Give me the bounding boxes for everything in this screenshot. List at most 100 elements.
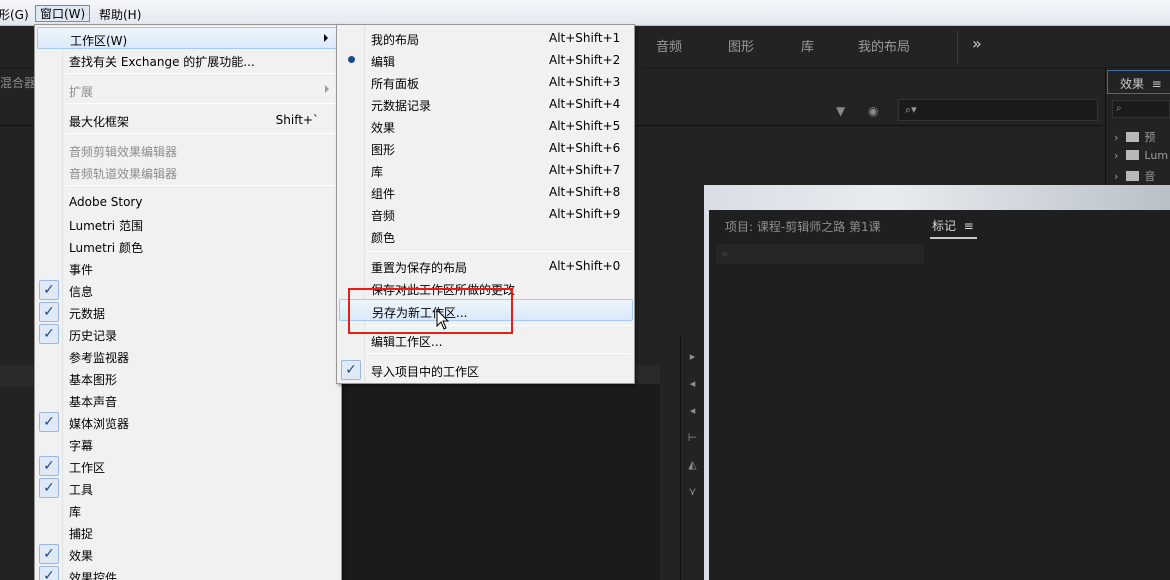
more-workspaces-icon[interactable]: » — [972, 34, 982, 53]
menu-item-media-browser[interactable]: ✓ 媒体浏览器 — [37, 411, 339, 433]
workspace-item-graphics[interactable]: 图形 Alt+Shift+6 — [339, 137, 633, 159]
menu-item-label: 效果 — [371, 121, 396, 135]
menu-item-label: 媒体浏览器 — [69, 417, 130, 431]
menu-item-captions[interactable]: 字幕 — [37, 433, 339, 455]
slip-tool-icon[interactable]: ◭ — [681, 458, 704, 471]
effects-folder-row[interactable]: › Lum — [1114, 149, 1168, 162]
workspace-tab-libraries[interactable]: 库 — [801, 36, 814, 55]
menu-item-metadata[interactable]: ✓ 元数据 — [37, 301, 339, 323]
workspace-item-libraries[interactable]: 库 Alt+Shift+7 — [339, 159, 633, 181]
menu-item-shortcut: Shift+` — [275, 113, 319, 127]
menu-item-workspace[interactable]: 工作区(W) — [37, 27, 339, 49]
menu-item-label: Lumetri 颜色 — [69, 241, 143, 255]
project-search-input[interactable]: ⌕ — [716, 244, 924, 264]
menu-item-effect-controls[interactable]: ✓ 效果控件 — [37, 565, 339, 580]
menu-item-maximize-frame[interactable]: 最大化框架 Shift+` — [37, 109, 339, 131]
menu-item-shortcut: Alt+Shift+2 — [549, 53, 621, 67]
ripple-tool-icon[interactable]: ◂ — [681, 404, 704, 417]
workspace-item-audio[interactable]: 音频 Alt+Shift+9 — [339, 203, 633, 225]
pen-tool-icon[interactable]: ⋎ — [681, 485, 704, 498]
menu-item-label: 元数据记录 — [371, 99, 432, 113]
workspace-divider — [957, 30, 958, 64]
menu-item-workspaces-panel[interactable]: ✓ 工作区 — [37, 455, 339, 477]
eye-icon[interactable]: ◉ — [868, 104, 878, 118]
project-panel-title[interactable]: 项目: 课程-剪辑师之路 第1课 — [725, 218, 881, 235]
effects-folder-label: 音 — [1144, 170, 1156, 183]
menu-item-info[interactable]: ✓ 信息 — [37, 279, 339, 301]
menu-item-label: 历史记录 — [69, 329, 118, 343]
menu-item-effects[interactable]: ✓ 效果 — [37, 543, 339, 565]
workspace-item-import-from-project[interactable]: ✓ 导入项目中的工作区 — [339, 359, 633, 381]
workspace-item-assembly[interactable]: 组件 Alt+Shift+8 — [339, 181, 633, 203]
search-icon: ⌕ — [1116, 103, 1122, 114]
menu-item-label: 效果 — [69, 549, 94, 563]
source-search-input[interactable]: ⌕▾ — [898, 99, 1098, 121]
menu-item-events[interactable]: 事件 — [37, 257, 339, 279]
workspace-tab-my-layout[interactable]: 我的布局 — [858, 36, 910, 55]
menu-item-essential-sound[interactable]: 基本声音 — [37, 389, 339, 411]
menu-item-label: 音频剪辑效果编辑器 — [69, 145, 178, 159]
workspace-item-color[interactable]: 颜色 — [339, 225, 633, 247]
workspace-tab-graphics[interactable]: 图形 — [728, 36, 754, 55]
menu-item-label: 捕捉 — [69, 527, 94, 541]
menu-item-label: 重置为保存的布局 — [371, 261, 468, 275]
menu-item-label: 音频轨道效果编辑器 — [69, 167, 178, 181]
checkmark-icon: ✓ — [39, 324, 59, 344]
menu-item-history[interactable]: ✓ 历史记录 — [37, 323, 339, 345]
tab-markers[interactable]: 标记 ≡ — [932, 217, 974, 234]
checkmark-icon: ✓ — [39, 456, 59, 476]
menu-item-label: 查找有关 Exchange 的扩展功能... — [69, 55, 255, 69]
program-monitor-area — [340, 366, 660, 580]
radio-selected-icon — [348, 56, 355, 63]
menu-item-label: 工具 — [69, 483, 94, 497]
menu-item-label: 颜色 — [371, 231, 396, 245]
menu-item-reference-monitor[interactable]: 参考监视器 — [37, 345, 339, 367]
menu-item-lumetri-color[interactable]: Lumetri 颜色 — [37, 235, 339, 257]
selection-tool-icon[interactable]: ▸ — [681, 350, 704, 363]
effects-folder-label: 预 — [1144, 131, 1156, 144]
workspace-item-reset-layout[interactable]: 重置为保存的布局 Alt+Shift+0 — [339, 255, 633, 277]
razor-tool-icon[interactable]: ⊢ — [681, 431, 704, 444]
menu-item-label: 图形 — [371, 143, 396, 157]
menu-item-label: 所有面板 — [371, 77, 420, 91]
menu-item-label: 字幕 — [69, 439, 94, 453]
effects-search-input[interactable]: ⌕ — [1112, 100, 1170, 118]
mixer-panel-label[interactable]: 混合器 — [0, 74, 36, 91]
effects-tab[interactable]: 效果 ≡ — [1107, 70, 1170, 94]
workspace-item-my-layout[interactable]: 我的布局 Alt+Shift+1 — [339, 27, 633, 49]
menu-item-lumetri-scopes[interactable]: Lumetri 范围 — [37, 213, 339, 235]
workspace-item-effects[interactable]: 效果 Alt+Shift+5 — [339, 115, 633, 137]
highlight-annotation — [348, 288, 513, 334]
menu-item-essential-graphics[interactable]: 基本图形 — [37, 367, 339, 389]
menu-item-capture[interactable]: 捕捉 — [37, 521, 339, 543]
menu-item-label: 基本图形 — [69, 373, 118, 387]
workspace-item-editing[interactable]: 编辑 Alt+Shift+2 — [339, 49, 633, 71]
menu-item-libraries[interactable]: 库 — [37, 499, 339, 521]
menu-item-shortcut: Alt+Shift+7 — [549, 163, 621, 177]
menu-item-tools[interactable]: ✓ 工具 — [37, 477, 339, 499]
panel-menu-icon[interactable]: ≡ — [1152, 77, 1162, 91]
menu-item-label: 基本声音 — [69, 395, 118, 409]
menu-separator — [65, 185, 337, 186]
active-tab-indicator — [930, 237, 977, 239]
menu-item-shortcut: Alt+Shift+1 — [549, 31, 621, 45]
menu-item-label: 效果控件 — [69, 571, 118, 580]
menu-graphics[interactable]: 形(G) — [0, 6, 29, 23]
filter-icon[interactable]: ▼ — [836, 104, 845, 118]
menu-separator — [367, 251, 631, 252]
track-select-tool-icon[interactable]: ◂ — [681, 377, 704, 390]
effects-folder-row[interactable]: › 预 — [1114, 129, 1155, 145]
chevron-right-icon: › — [1114, 170, 1119, 183]
menu-item-shortcut: Alt+Shift+4 — [549, 97, 621, 111]
menu-window[interactable]: 窗口(W) — [35, 5, 91, 22]
workspace-item-all-panels[interactable]: 所有面板 Alt+Shift+3 — [339, 71, 633, 93]
workspace-tab-audio[interactable]: 音频 — [656, 36, 682, 55]
menu-item-label: 工作区(W) — [70, 34, 128, 48]
menu-item-adobe-story[interactable]: Adobe Story — [37, 191, 339, 213]
menu-help[interactable]: 帮助(H) — [99, 6, 141, 23]
workspace-item-metadata-logging[interactable]: 元数据记录 Alt+Shift+4 — [339, 93, 633, 115]
effects-folder-row[interactable]: › 音 — [1114, 168, 1155, 184]
panel-menu-icon[interactable]: ≡ — [964, 219, 974, 233]
menu-separator — [367, 353, 631, 354]
menu-item-exchange[interactable]: 查找有关 Exchange 的扩展功能... — [37, 49, 339, 71]
